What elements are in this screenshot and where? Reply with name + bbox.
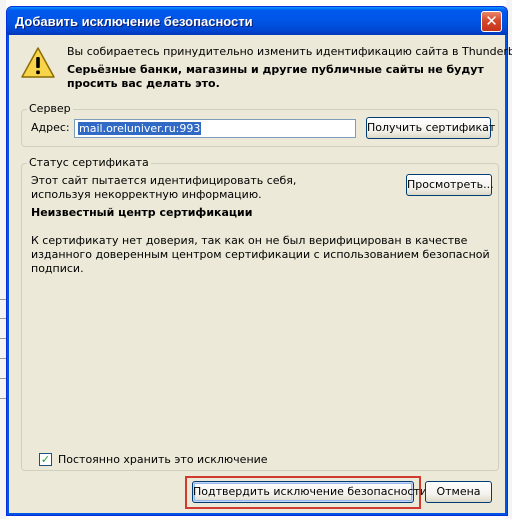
- close-button[interactable]: ✕: [481, 11, 502, 32]
- issue-description: К сертификату нет доверия, так как он не…: [31, 234, 490, 275]
- intro-text: Вы собираетесь принудительно изменить ид…: [67, 45, 512, 58]
- permanent-exception-checkbox[interactable]: ✓: [39, 453, 52, 466]
- address-input[interactable]: mail.oreluniver.ru:993: [74, 119, 356, 138]
- close-icon: ✕: [485, 12, 498, 30]
- status-legend: Статус сертификата: [27, 156, 151, 169]
- checkmark-icon: ✓: [40, 453, 51, 466]
- server-legend: Сервер: [27, 102, 73, 115]
- dialog-title: Добавить исключение безопасности: [15, 14, 253, 29]
- cancel-button[interactable]: Отмена: [425, 481, 492, 503]
- view-certificate-button[interactable]: Просмотреть...: [406, 174, 494, 196]
- get-certificate-button[interactable]: Получить сертификат: [366, 117, 495, 139]
- address-value: mail.oreluniver.ru:993: [78, 122, 202, 135]
- warning-text: Серьёзные банки, магазины и другие публи…: [67, 63, 484, 90]
- address-label: Адрес:: [31, 121, 70, 134]
- confirm-exception-button[interactable]: Подтвердить исключение безопасности: [192, 481, 427, 503]
- issue-title: Неизвестный центр сертификации: [31, 206, 253, 219]
- dialog-body: Вы собираетесь принудительно изменить ид…: [11, 35, 512, 511]
- permanent-exception-label[interactable]: Постоянно хранить это исключение: [58, 453, 268, 466]
- status-message: Этот сайт пытается идентифицировать себя…: [31, 174, 297, 201]
- certificate-status-group: Статус сертификата Этот сайт пытается ид…: [21, 156, 499, 471]
- server-group: Сервер Адрес: mail.oreluniver.ru:993 Пол…: [21, 102, 499, 147]
- add-security-exception-dialog: Добавить исключение безопасности ✕ Вы со…: [6, 6, 512, 516]
- warning-icon: [21, 47, 55, 78]
- title-bar[interactable]: Добавить исключение безопасности ✕: [7, 7, 507, 35]
